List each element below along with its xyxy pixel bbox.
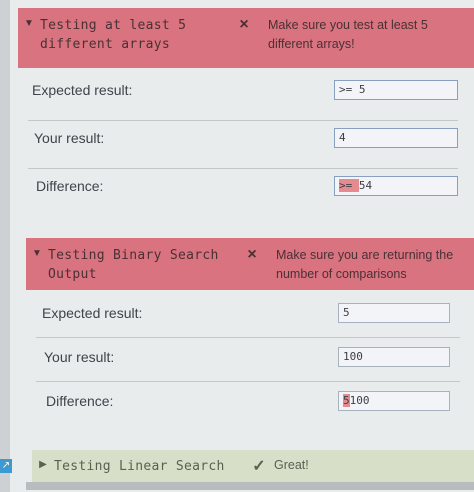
- expected-result-label: Expected result:: [42, 305, 143, 321]
- your-result-label: Your result:: [44, 349, 115, 365]
- difference-label: Difference:: [46, 393, 114, 409]
- your-result-value: 4: [334, 128, 458, 148]
- x-icon: ×: [239, 16, 249, 33]
- your-result-value: 100: [338, 347, 450, 367]
- expected-result-row: Expected result: 5: [42, 303, 450, 323]
- caret-down-icon[interactable]: ▼: [26, 238, 48, 259]
- test-message: Great!: [274, 458, 309, 472]
- expected-result-row: Expected result: >= 5: [32, 80, 458, 100]
- expected-result-value: >= 5: [334, 80, 458, 100]
- test-results-panel: ▼ Testing at least 5 different arrays × …: [10, 0, 474, 492]
- divider: [28, 168, 458, 169]
- caret-down-icon[interactable]: ▼: [18, 8, 40, 29]
- test-header-arrays[interactable]: ▼ Testing at least 5 different arrays × …: [18, 8, 474, 68]
- expected-result-label: Expected result:: [32, 82, 133, 98]
- your-result-row: Your result: 100: [44, 347, 450, 367]
- caret-right-icon[interactable]: ▶: [32, 450, 54, 470]
- difference-row: Difference: >= 54: [36, 176, 458, 196]
- check-icon: ✓: [252, 458, 266, 475]
- your-result-label: Your result:: [34, 130, 105, 146]
- expected-result-value: 5: [338, 303, 450, 323]
- divider: [36, 337, 460, 338]
- difference-highlight: >=: [339, 179, 359, 192]
- test-name: Testing at least 5 different arrays: [40, 18, 187, 52]
- difference-row: Difference: 5100: [46, 391, 450, 411]
- horizontal-scrollbar[interactable]: [26, 482, 474, 490]
- test-message: Make sure you are returning the number o…: [276, 248, 454, 281]
- x-icon: ×: [247, 246, 257, 263]
- test-message: Make sure you test at least 5 different …: [268, 18, 428, 51]
- divider: [28, 120, 458, 121]
- test-header-linear-search[interactable]: ▶ Testing Linear Search ✓ Great!: [32, 450, 474, 482]
- test-name: Testing Linear Search: [54, 459, 225, 474]
- difference-rest: 100: [349, 394, 370, 407]
- your-result-row: Your result: 4: [34, 128, 458, 148]
- test-header-binary-search[interactable]: ▼ Testing Binary Search Output × Make su…: [26, 238, 474, 290]
- difference-value: >= 54: [334, 176, 458, 196]
- difference-label: Difference:: [36, 178, 104, 194]
- test-name: Testing Binary Search Output: [48, 248, 219, 282]
- expand-arrow-icon[interactable]: ↗: [0, 459, 12, 473]
- difference-value: 5100: [338, 391, 450, 411]
- divider: [36, 381, 460, 382]
- difference-rest: 54: [358, 179, 373, 192]
- difference-highlight: 5: [343, 394, 350, 407]
